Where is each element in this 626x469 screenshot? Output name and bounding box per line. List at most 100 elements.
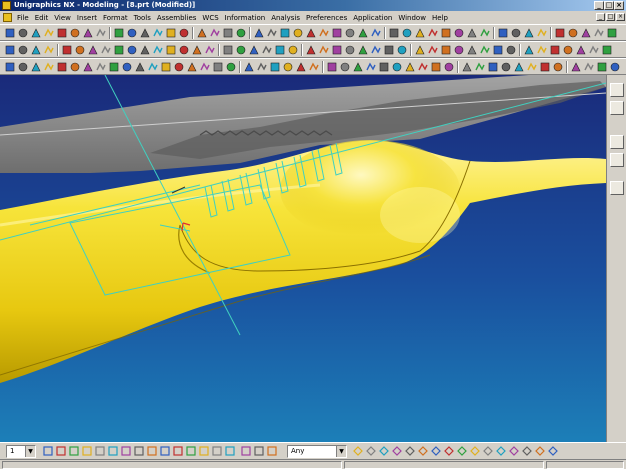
menu-edit[interactable]: Edit [32, 14, 52, 22]
snap-point-icon[interactable] [508, 445, 520, 457]
toolbar-button-icon[interactable] [199, 61, 211, 73]
toolbar-button-icon[interactable] [204, 44, 216, 56]
document-icon[interactable] [3, 13, 12, 22]
part-navigator-icon[interactable] [610, 101, 624, 115]
toolbar-button-icon[interactable] [43, 44, 55, 56]
toolbar-button-icon[interactable] [575, 44, 587, 56]
palette-icon[interactable] [610, 153, 624, 167]
snap-point-icon[interactable] [456, 445, 468, 457]
snap-point-icon[interactable] [404, 445, 416, 457]
selection-filter-icon[interactable] [55, 445, 67, 457]
toolbar-button-icon[interactable] [274, 44, 286, 56]
close-button[interactable]: × [614, 1, 624, 10]
toolbar-button-icon[interactable] [222, 44, 234, 56]
toolbar-button-icon[interactable] [391, 61, 403, 73]
toolbar-button-icon[interactable] [453, 44, 465, 56]
toolbar-button-icon[interactable] [388, 27, 400, 39]
toolbar-button-icon[interactable] [430, 61, 442, 73]
selection-filter-icon[interactable] [211, 445, 223, 457]
toolbar-button-icon[interactable] [570, 61, 582, 73]
toolbar-button-icon[interactable] [256, 61, 268, 73]
selection-filter-icon[interactable] [42, 445, 54, 457]
toolbar-button-icon[interactable] [4, 44, 16, 56]
menu-information[interactable]: Information [222, 14, 269, 22]
toolbar-button-icon[interactable] [539, 61, 551, 73]
assembly-navigator-icon[interactable] [610, 83, 624, 97]
toolbar-button-icon[interactable] [370, 27, 382, 39]
toolbar-button-icon[interactable] [326, 61, 338, 73]
menu-window[interactable]: Window [395, 14, 429, 22]
toolbar-button-icon[interactable] [427, 44, 439, 56]
toolbar-button-icon[interactable] [178, 27, 190, 39]
toolbar-button-icon[interactable] [588, 44, 600, 56]
toolbar-button-icon[interactable] [513, 61, 525, 73]
toolbar-button-icon[interactable] [30, 27, 42, 39]
toolbar-button-icon[interactable] [17, 27, 29, 39]
menu-tools[interactable]: Tools [131, 14, 154, 22]
selection-filter-icon[interactable] [81, 445, 93, 457]
toolbar-button-icon[interactable] [253, 27, 265, 39]
toolbar-button-icon[interactable] [352, 61, 364, 73]
snap-point-icon[interactable] [365, 445, 377, 457]
toolbar-button-icon[interactable] [30, 61, 42, 73]
toolbar-button-icon[interactable] [443, 61, 455, 73]
toolbar-button-icon[interactable] [69, 27, 81, 39]
selection-filter-icon[interactable] [198, 445, 210, 457]
toolbar-button-icon[interactable] [160, 61, 172, 73]
toolbar-button-icon[interactable] [523, 27, 535, 39]
toolbar-button-icon[interactable] [552, 61, 564, 73]
toolbar-button-icon[interactable] [235, 27, 247, 39]
selection-filter-icon[interactable] [266, 445, 278, 457]
toolbar-button-icon[interactable] [113, 44, 125, 56]
menu-insert[interactable]: Insert [74, 14, 100, 22]
toolbar-button-icon[interactable] [87, 44, 99, 56]
toolbar-button-icon[interactable] [479, 27, 491, 39]
toolbar-button-icon[interactable] [305, 27, 317, 39]
toolbar-button-icon[interactable] [606, 27, 618, 39]
snap-point-icon[interactable] [378, 445, 390, 457]
doc-minimize-button[interactable]: _ [596, 13, 605, 21]
toolbar-button-icon[interactable] [43, 61, 55, 73]
toolbar-button-icon[interactable] [417, 61, 429, 73]
toolbar-button-icon[interactable] [139, 44, 151, 56]
snap-point-icon[interactable] [352, 445, 364, 457]
toolbar-button-icon[interactable] [235, 44, 247, 56]
toolbar-button-icon[interactable] [196, 27, 208, 39]
toolbar-button-icon[interactable] [344, 44, 356, 56]
toolbar-button-icon[interactable] [510, 27, 522, 39]
toolbar-button-icon[interactable] [305, 44, 317, 56]
toolbar-button-icon[interactable] [331, 27, 343, 39]
snap-point-icon[interactable] [443, 445, 455, 457]
toolbar-button-icon[interactable] [295, 61, 307, 73]
snap-point-icon[interactable] [482, 445, 494, 457]
toolbar-button-icon[interactable] [500, 61, 512, 73]
menu-file[interactable]: File [14, 14, 32, 22]
toolbar-button-icon[interactable] [152, 44, 164, 56]
toolbar-button-icon[interactable] [318, 27, 330, 39]
toolbar-button-icon[interactable] [56, 27, 68, 39]
toolbar-button-icon[interactable] [147, 61, 159, 73]
toolbar-button-icon[interactable] [17, 44, 29, 56]
minimize-button[interactable]: _ [594, 1, 604, 10]
toolbar-button-icon[interactable] [474, 61, 486, 73]
toolbar-button-icon[interactable] [357, 44, 369, 56]
model-view[interactable] [0, 75, 606, 442]
selection-filter-icon[interactable] [253, 445, 265, 457]
toolbar-button-icon[interactable] [505, 44, 517, 56]
menu-wcs[interactable]: WCS [199, 14, 221, 22]
toolbar-button-icon[interactable] [383, 44, 395, 56]
toolbar-button-icon[interactable] [126, 44, 138, 56]
toolbar-button-icon[interactable] [225, 61, 237, 73]
toolbar-button-icon[interactable] [287, 44, 299, 56]
toolbar-button-icon[interactable] [404, 61, 416, 73]
toolbar-button-icon[interactable] [487, 61, 499, 73]
selection-filter-icon[interactable] [240, 445, 252, 457]
toolbar-button-icon[interactable] [165, 27, 177, 39]
toolbar-button-icon[interactable] [370, 44, 382, 56]
snap-point-icon[interactable] [391, 445, 403, 457]
toolbar-button-icon[interactable] [108, 61, 120, 73]
selection-filter-icon[interactable] [94, 445, 106, 457]
toolbar-button-icon[interactable] [580, 27, 592, 39]
toolbar-button-icon[interactable] [173, 61, 185, 73]
toolbar-button-icon[interactable] [308, 61, 320, 73]
